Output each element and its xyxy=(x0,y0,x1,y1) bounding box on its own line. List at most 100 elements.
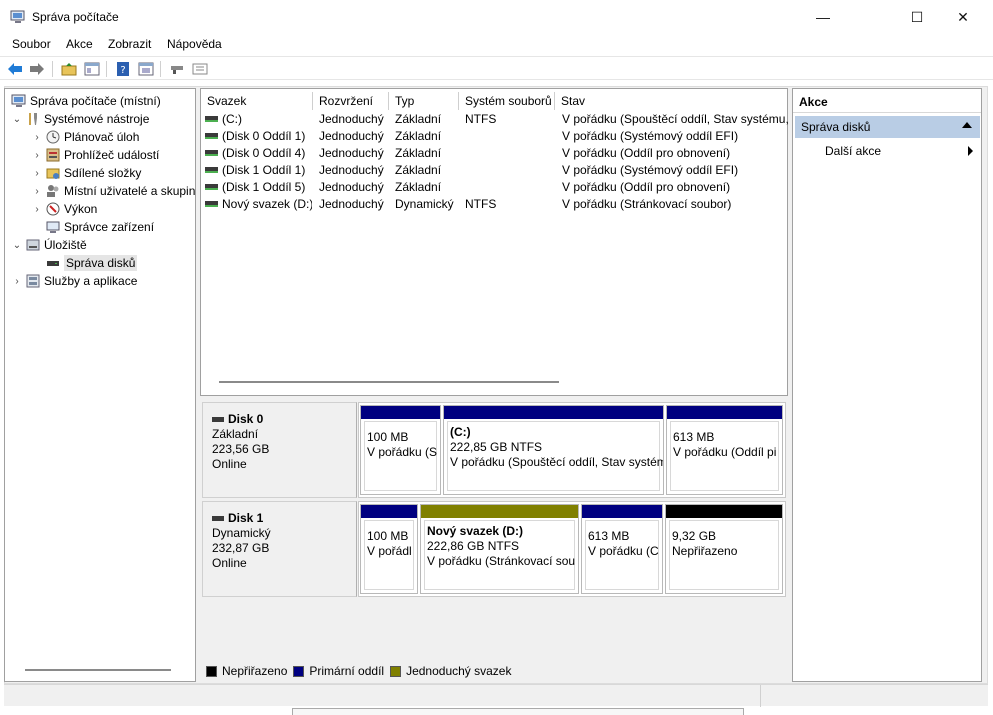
table-row[interactable]: Nový svazek (D:) Jednoduchý Dynamický NT… xyxy=(201,196,789,213)
cell-volume: Nový svazek (D:) xyxy=(222,197,312,211)
maximize-button[interactable]: ☐ xyxy=(894,0,940,34)
device-manager-icon xyxy=(45,219,61,235)
table-row[interactable]: (Disk 1 Oddíl 1) Jednoduchý Základní V p… xyxy=(201,162,789,179)
tree-item-computer-management[interactable]: Správa počítače (místní) xyxy=(9,92,161,110)
simple-volume-bar xyxy=(421,505,578,518)
cell-layout: Jednoduchý xyxy=(319,180,384,194)
actions-section-disk-management[interactable]: Správa disků xyxy=(795,116,980,138)
storage-icon xyxy=(25,237,41,253)
computer-management-icon xyxy=(11,93,27,109)
column-header-type[interactable]: Typ xyxy=(389,92,459,110)
disk-0-label[interactable]: Disk 0 Základní 223,56 GB Online xyxy=(202,402,357,498)
horizontal-scrollbar[interactable] xyxy=(219,381,559,383)
cell-layout: Jednoduchý xyxy=(319,197,384,211)
cell-volume: (Disk 1 Oddíl 1) xyxy=(222,163,306,177)
connect-icon[interactable] xyxy=(168,60,186,77)
partition-block[interactable]: 613 MB V pořádku (C xyxy=(581,504,663,594)
up-folder-icon[interactable] xyxy=(60,60,78,77)
partition-block[interactable]: 9,32 GB Nepřiřazeno xyxy=(665,504,783,594)
partition-block[interactable]: 613 MB V pořádku (Oddíl pi xyxy=(666,405,783,495)
chevron-down-icon[interactable]: ⌄ xyxy=(11,114,23,125)
submenu-arrow-icon[interactable] xyxy=(968,146,973,156)
chevron-right-icon[interactable]: › xyxy=(31,168,43,179)
chevron-right-icon[interactable]: › xyxy=(31,132,43,143)
tree-item-disk-management[interactable]: Správa disků xyxy=(43,254,138,272)
cell-status: V pořádku (Systémový oddíl EFI) xyxy=(562,163,739,177)
partition-block[interactable]: (C:) 222,85 GB NTFS V pořádku (Spouštěcí o… xyxy=(443,405,664,495)
properties-icon[interactable] xyxy=(137,60,155,77)
toolbar: ? xyxy=(0,56,993,80)
chevron-right-icon[interactable]: › xyxy=(31,186,43,197)
chevron-down-icon[interactable]: ⌄ xyxy=(11,240,23,251)
menu-soubor[interactable]: Soubor xyxy=(12,37,51,51)
tree-item-performance[interactable]: › Výkon xyxy=(31,200,97,218)
cell-status: V pořádku (Oddíl pro obnovení) xyxy=(562,180,731,194)
forward-arrow-icon[interactable] xyxy=(28,60,46,77)
collapse-icon[interactable] xyxy=(962,122,972,128)
menu-zobrazit[interactable]: Zobrazit xyxy=(108,37,151,51)
partition-status: V pořádku (Spouštěcí oddíl, Stav systém xyxy=(450,455,664,469)
primary-partition-bar xyxy=(667,406,782,419)
unallocated-bar xyxy=(666,505,782,518)
disk-1-label[interactable]: Disk 1 Dynamický 232,87 GB Online xyxy=(202,501,357,597)
tree-item-services-apps[interactable]: › Služby a aplikace xyxy=(11,272,137,290)
cell-status: V pořádku (Spouštěcí oddíl, Stav systému… xyxy=(562,112,788,126)
disk-status: Online xyxy=(212,457,247,471)
table-row[interactable]: (Disk 0 Oddíl 1) Jednoduchý Základní V p… xyxy=(201,128,789,145)
column-header-filesystem[interactable]: Systém souborů xyxy=(459,92,555,110)
partition-size: 222,86 GB NTFS xyxy=(427,539,520,553)
menu-akce[interactable]: Akce xyxy=(66,37,93,51)
disk-size: 232,87 GB xyxy=(212,541,270,555)
list-view-icon[interactable] xyxy=(191,60,209,77)
volume-icon xyxy=(205,184,218,190)
chevron-right-icon[interactable]: › xyxy=(31,150,43,161)
tree-item-shared-folders[interactable]: › Sdílené složky xyxy=(31,164,141,182)
chevron-right-icon[interactable]: › xyxy=(11,276,23,287)
disk-name: Disk 0 xyxy=(228,412,264,426)
tree-item-local-users[interactable]: › Místní uživatelé a skupiny xyxy=(31,182,195,200)
disk-icon xyxy=(212,417,224,422)
tree-item-task-scheduler[interactable]: › Plánovač úloh xyxy=(31,128,139,146)
legend-swatch xyxy=(206,665,217,677)
table-row[interactable]: (C:) Jednoduchý Základní NTFS V pořádku … xyxy=(201,111,789,128)
cell-type: Základní xyxy=(395,180,442,194)
cell-type: Základní xyxy=(395,112,442,126)
cell-volume: (Disk 0 Oddíl 1) xyxy=(222,129,306,143)
disk-size: 223,56 GB xyxy=(212,442,270,456)
minimize-button[interactable]: — xyxy=(800,0,846,34)
legend-item: Nepřiřazeno xyxy=(206,664,287,678)
chevron-right-icon[interactable]: › xyxy=(31,204,43,215)
partition-size: 613 MB xyxy=(588,529,630,543)
close-button[interactable]: ✕ xyxy=(940,0,986,34)
column-header-layout[interactable]: Rozvržení xyxy=(313,92,389,110)
cell-layout: Jednoduchý xyxy=(319,112,384,126)
partition-status: V pořádl xyxy=(367,544,412,558)
cell-layout: Jednoduchý xyxy=(319,129,384,143)
disk-graphical-view: Disk 0 Základní 223,56 GB Online 100 MB V… xyxy=(200,400,788,658)
partition-block[interactable]: 100 MB V pořádku (S xyxy=(360,405,441,495)
tree-item-storage[interactable]: ⌄ Úložiště xyxy=(11,236,87,254)
tree-item-system-tools[interactable]: ⌄ Systémové nástroje xyxy=(11,110,150,128)
disk-name: Disk 1 xyxy=(228,511,264,525)
show-hide-tree-icon[interactable] xyxy=(83,60,101,77)
computer-management-icon xyxy=(10,10,25,23)
tree-item-event-viewer[interactable]: › Prohlížeč událostí xyxy=(31,146,159,164)
tree-item-label: Systémové nástroje xyxy=(44,112,150,126)
column-header-volume[interactable]: Svazek xyxy=(201,92,313,110)
volume-icon xyxy=(205,150,218,156)
partition-size: 100 MB xyxy=(367,430,409,444)
menu-napoveda[interactable]: Nápověda xyxy=(167,37,222,51)
column-header-status[interactable]: Stav xyxy=(555,92,787,110)
horizontal-scrollbar[interactable] xyxy=(25,669,171,671)
table-row[interactable]: (Disk 1 Oddíl 5) Jednoduchý Základní V p… xyxy=(201,179,789,196)
partition-block[interactable]: 100 MB V pořádl xyxy=(360,504,418,594)
table-row[interactable]: (Disk 0 Oddíl 4) Jednoduchý Základní V p… xyxy=(201,145,789,162)
help-icon[interactable]: ? xyxy=(114,60,132,77)
partition-block[interactable]: Nový svazek (D:) 222,86 GB NTFS V pořádku … xyxy=(420,504,579,594)
cell-volume: (Disk 0 Oddíl 4) xyxy=(222,146,306,160)
tree-item-label: Správa počítače (místní) xyxy=(30,94,161,108)
back-arrow-icon[interactable] xyxy=(6,60,24,77)
tree-item-device-manager[interactable]: Správce zařízení xyxy=(43,218,154,236)
more-actions-item[interactable]: Další akce xyxy=(825,144,881,158)
cell-type: Základní xyxy=(395,129,442,143)
